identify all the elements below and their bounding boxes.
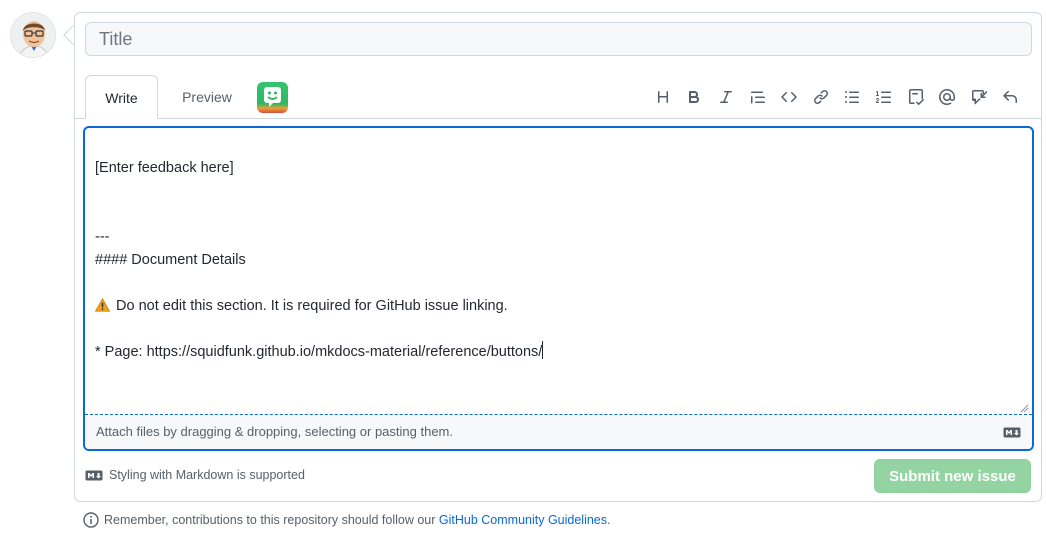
editor-line: #### Document Details xyxy=(95,252,246,268)
markdown-note-text: Styling with Markdown is supported xyxy=(109,468,305,482)
italic-icon[interactable] xyxy=(710,85,742,109)
remember-suffix: . xyxy=(607,513,611,527)
new-issue-form: Write Preview xyxy=(74,12,1042,502)
tab-preview[interactable]: Preview xyxy=(167,75,247,119)
info-icon xyxy=(83,512,99,528)
markdown-toolbar xyxy=(647,85,1026,109)
comment-editor[interactable]: [Enter feedback here] --- #### Document … xyxy=(83,126,1034,451)
warning-icon xyxy=(94,297,112,320)
quote-icon[interactable] xyxy=(742,85,774,109)
avatar xyxy=(10,12,56,58)
task-list-icon[interactable] xyxy=(900,85,932,109)
code-icon[interactable] xyxy=(773,85,805,109)
page-url-text: * Page: https://squidfunk.github.io/mkdo… xyxy=(95,344,543,360)
attach-files-bar[interactable]: Attach files by dragging & dropping, sel… xyxy=(85,414,1032,449)
numbered-list-icon[interactable] xyxy=(868,85,900,109)
cross-reference-icon[interactable] xyxy=(963,85,995,109)
heading-icon[interactable] xyxy=(647,85,679,109)
resize-handle-icon[interactable] xyxy=(1020,404,1029,413)
app-extension-icon[interactable] xyxy=(257,82,288,113)
editor-line: --- xyxy=(95,229,110,245)
editor-line-warning: Do not edit this section. It is required… xyxy=(94,295,1022,320)
link-icon[interactable] xyxy=(805,85,837,109)
submit-new-issue-button[interactable]: Submit new issue xyxy=(874,459,1031,493)
text-caret xyxy=(542,341,544,359)
bold-icon[interactable] xyxy=(679,85,711,109)
community-guidelines-note: Remember, contributions to this reposito… xyxy=(83,512,611,528)
community-guidelines-link[interactable]: GitHub Community Guidelines xyxy=(439,513,607,527)
attach-hint: Attach files by dragging & dropping, sel… xyxy=(96,424,453,439)
editor-line-page: * Page: https://squidfunk.github.io/mkdo… xyxy=(95,341,1022,364)
undo-icon[interactable] xyxy=(995,85,1027,109)
warning-text: Do not edit this section. It is required… xyxy=(116,298,508,314)
mention-icon[interactable] xyxy=(931,85,963,109)
bulleted-list-icon[interactable] xyxy=(837,85,869,109)
comment-textarea[interactable]: [Enter feedback here] --- #### Document … xyxy=(85,128,1032,415)
markdown-support-note[interactable]: Styling with Markdown is supported xyxy=(85,468,305,482)
tab-write[interactable]: Write xyxy=(85,75,158,119)
remember-text: Remember, contributions to this reposito… xyxy=(104,513,439,527)
markdown-icon xyxy=(85,470,103,480)
editor-line: [Enter feedback here] xyxy=(95,160,234,176)
title-input[interactable] xyxy=(85,22,1032,56)
markdown-icon xyxy=(1003,427,1021,438)
